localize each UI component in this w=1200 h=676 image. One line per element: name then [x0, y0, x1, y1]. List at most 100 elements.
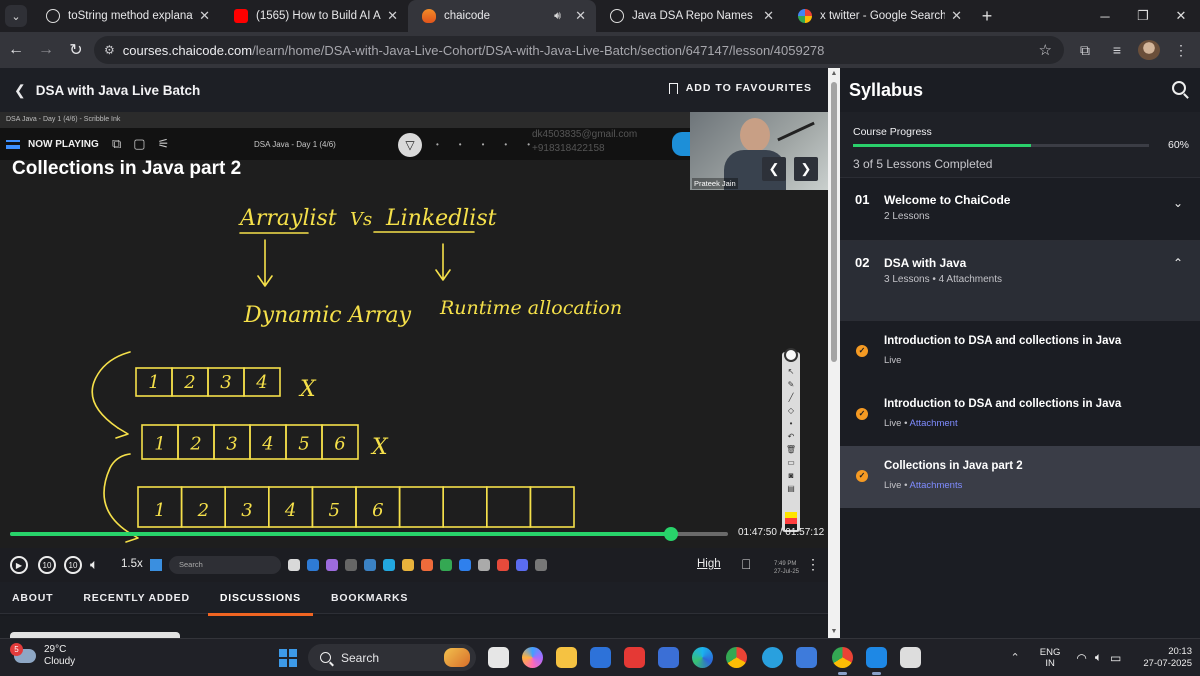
- edge-icon[interactable]: [692, 647, 713, 668]
- close-icon[interactable]: ✕: [763, 8, 774, 24]
- tab-1[interactable]: (1565) How to Build AI Agents W ✕: [220, 0, 408, 32]
- start-icon[interactable]: [279, 649, 297, 667]
- video-player[interactable]: 1 2 3 4 1 2 3 4 5 6 1 2 3 4 5 6 Arraylist Vs Linkedli…: [0, 112, 828, 548]
- reload-icon[interactable]: ↻: [62, 36, 90, 64]
- camera-icon[interactable]: ◙: [784, 470, 798, 482]
- tab-recently-added[interactable]: RECENTLY ADDED: [83, 584, 190, 612]
- section-welcome[interactable]: 01 Welcome to ChaiCode 2 Lessons ⌄: [840, 178, 1200, 241]
- tab-4[interactable]: x twitter - Google Search ✕: [784, 0, 972, 32]
- tab-search-button[interactable]: ⌄: [0, 0, 32, 32]
- seek-handle[interactable]: [663, 527, 678, 541]
- app-icon[interactable]: [762, 647, 783, 668]
- scroll-up-icon[interactable]: ▲: [828, 68, 840, 80]
- bookmark-star-icon[interactable]: ☆: [1039, 41, 1052, 59]
- chrome-icon[interactable]: [726, 647, 747, 668]
- store-icon[interactable]: [658, 647, 679, 668]
- tab-2[interactable]: chaicode 🔊︎ ✕: [408, 0, 596, 32]
- lesson-item[interactable]: ✓ Introduction to DSA and collections in…: [840, 321, 1200, 383]
- line-icon[interactable]: ╱: [784, 392, 798, 404]
- tab-discussions[interactable]: DISCUSSIONS: [207, 584, 314, 616]
- attachments-link[interactable]: Attachments: [910, 480, 963, 491]
- address-bar[interactable]: ⚙ courses.chaicode.com/learn/home/DSA-wi…: [94, 36, 1064, 64]
- prev-arrow-icon[interactable]: ❮: [762, 157, 786, 181]
- volume-icon[interactable]: 🔈︎: [90, 556, 98, 573]
- cursor-icon[interactable]: ↖: [784, 366, 798, 378]
- seek-bar[interactable]: [10, 527, 728, 541]
- pin-icon[interactable]: [784, 348, 798, 362]
- scroll-thumb[interactable]: [831, 82, 837, 362]
- battery-icon[interactable]: ▭: [1110, 651, 1121, 665]
- minimize-icon[interactable]: ─: [1086, 0, 1124, 32]
- playback-speed[interactable]: 1.5x: [121, 558, 143, 570]
- volume-icon[interactable]: 🔈︎: [1095, 650, 1102, 665]
- media-controls-icon[interactable]: ≡: [1106, 42, 1128, 58]
- mysql-workbench-icon[interactable]: [590, 647, 611, 668]
- chevron-up-icon[interactable]: ⌃: [1173, 256, 1183, 270]
- chevron-down-icon[interactable]: ⌄: [1173, 196, 1183, 210]
- tab-about[interactable]: ABOUT: [12, 584, 53, 612]
- restore-icon[interactable]: ❐: [1124, 0, 1162, 32]
- weather-widget[interactable]: 5 29°C Cloudy: [10, 643, 75, 668]
- progress-track: [853, 144, 1149, 147]
- site-info-icon[interactable]: ⚙: [104, 43, 115, 57]
- screen-icon[interactable]: ▭: [784, 457, 798, 469]
- section-dsa-with-java[interactable]: 02 DSA with Java 3 Lessons • 4 Attachmen…: [840, 241, 1200, 321]
- menu-kebab-icon[interactable]: ⋮: [1170, 42, 1192, 59]
- speaker-icon[interactable]: 🔊︎: [554, 10, 561, 23]
- rewind-10-icon[interactable]: 10: [38, 556, 56, 574]
- chrome-active-icon[interactable]: [832, 647, 853, 675]
- close-icon[interactable]: ✕: [575, 8, 586, 24]
- trash-icon[interactable]: 🗑︎: [784, 444, 798, 456]
- back-chevron-icon[interactable]: ❮: [14, 82, 26, 99]
- taskbar-search[interactable]: Search: [308, 644, 476, 671]
- extensions-icon[interactable]: ⧉: [1074, 42, 1096, 59]
- document-icon[interactable]: ▢: [133, 136, 145, 152]
- now-playing[interactable]: NOW PLAYING: [6, 139, 99, 150]
- pages-icon[interactable]: ⧉: [112, 136, 121, 152]
- pen-icon[interactable]: ✎: [784, 379, 798, 391]
- undo-icon[interactable]: ↶: [784, 431, 798, 443]
- bookmark-icon[interactable]: ⎕: [742, 556, 750, 573]
- chevron-up-icon[interactable]: ⌃: [1011, 651, 1020, 664]
- file-explorer-icon[interactable]: [556, 647, 577, 668]
- mcafee-icon[interactable]: [624, 647, 645, 668]
- close-icon[interactable]: ✕: [387, 8, 398, 24]
- attachment-link[interactable]: Attachment: [910, 418, 958, 429]
- task-view-icon[interactable]: [488, 647, 509, 668]
- scroll-down-icon[interactable]: ▼: [828, 626, 840, 638]
- lesson-item[interactable]: ✓ Introduction to DSA and collections in…: [840, 384, 1200, 446]
- page-scrollbar[interactable]: ▲ ▼: [828, 68, 840, 638]
- filter-icon[interactable]: ▽: [398, 133, 422, 157]
- tab-3[interactable]: Java DSA Repo Names ✕: [596, 0, 784, 32]
- play-icon[interactable]: ▶: [10, 556, 28, 574]
- app-icon[interactable]: [900, 647, 921, 668]
- forward-10-icon[interactable]: 10: [64, 556, 82, 574]
- language-indicator[interactable]: ENG IN: [1040, 647, 1061, 669]
- dot-icon[interactable]: •: [784, 418, 798, 430]
- close-icon[interactable]: ✕: [951, 8, 962, 24]
- next-arrow-icon[interactable]: ❯: [794, 157, 818, 181]
- copilot-icon[interactable]: [522, 647, 543, 668]
- profile-avatar[interactable]: [1138, 40, 1160, 60]
- microphone-icon: [777, 121, 815, 142]
- close-icon[interactable]: ✕: [199, 8, 210, 24]
- clipboard-icon[interactable]: ▤: [784, 483, 798, 495]
- close-window-icon[interactable]: ✕: [1162, 0, 1200, 32]
- quality-selector[interactable]: High: [697, 558, 721, 570]
- eraser-icon[interactable]: ◇: [784, 405, 798, 417]
- tab-title: (1565) How to Build AI Agents W: [256, 10, 381, 22]
- system-clock[interactable]: 20:13 27-07-2025: [1143, 646, 1192, 670]
- vscode-icon[interactable]: [866, 647, 887, 675]
- add-to-favourites-button[interactable]: ADD TO FAVOURITES: [668, 82, 812, 94]
- tab-0[interactable]: toString method explanation ✕: [32, 0, 220, 32]
- whiteboard-app-icon[interactable]: [796, 647, 817, 668]
- forward-icon[interactable]: →: [32, 36, 60, 64]
- tab-bookmarks[interactable]: BOOKMARKS: [331, 584, 408, 612]
- wifi-icon[interactable]: ◠: [1076, 651, 1086, 665]
- sliders-icon[interactable]: ⚟: [158, 136, 170, 152]
- new-tab-button[interactable]: +: [972, 0, 1002, 32]
- back-icon[interactable]: ←: [2, 36, 30, 64]
- lesson-item-current[interactable]: ✓ Collections in Java part 2 Live • Atta…: [840, 446, 1200, 508]
- search-icon[interactable]: [1172, 81, 1186, 95]
- more-icon[interactable]: ⋮: [806, 556, 820, 573]
